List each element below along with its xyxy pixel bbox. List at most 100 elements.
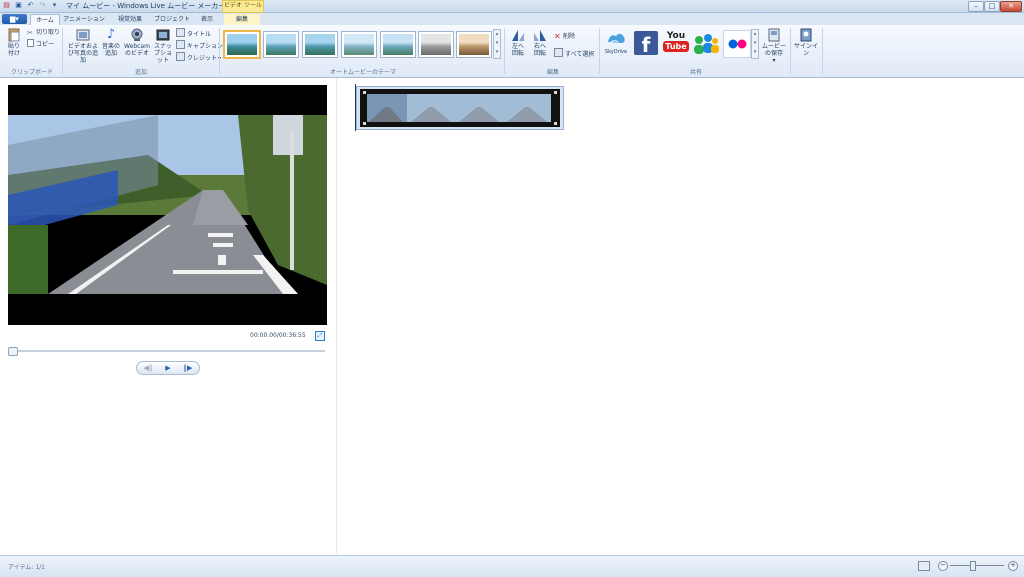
automovie-theme-3[interactable] — [302, 31, 338, 58]
file-menu-button[interactable]: ▆▾ — [2, 14, 27, 24]
group-label-editing: 編集 — [546, 69, 559, 76]
tab-view[interactable]: 表示 — [196, 14, 218, 25]
title-bar: ▤ ▣ ↶ ↷ ▾ マイ ムービー - Windows Live ムービー メー… — [0, 0, 1024, 13]
automovie-theme-5[interactable] — [380, 31, 416, 58]
group-label-add: 追加 — [134, 69, 147, 76]
rotate-right-button[interactable]: 右へ回転 — [530, 28, 550, 57]
messenger-people-icon — [694, 34, 719, 54]
sign-in-button[interactable]: サインイン — [793, 28, 819, 57]
rotate-right-icon — [532, 28, 548, 42]
maximize-button[interactable]: □ — [984, 1, 1000, 12]
zoom-slider-track[interactable] — [950, 565, 1004, 566]
flickr-icon — [728, 39, 747, 49]
redo-icon[interactable]: ↷ — [38, 1, 47, 10]
snapshot-button[interactable]: スナップショット — [152, 28, 174, 64]
storyboard-pane[interactable] — [337, 78, 1024, 554]
automovie-theme-1[interactable] — [223, 30, 261, 59]
webcam-video-button[interactable]: Webcam のビデオ — [123, 28, 151, 57]
zoom-slider-thumb[interactable] — [970, 561, 976, 571]
timecode: 00:00.00/00:36.55 — [250, 332, 306, 339]
rotate-left-button[interactable]: 左へ回転 — [508, 28, 528, 57]
tab-project[interactable]: プロジェクト — [152, 14, 192, 25]
skydrive-button[interactable]: SkyDrive — [603, 29, 629, 56]
undo-icon[interactable]: ↶ — [26, 1, 35, 10]
sign-in-icon — [798, 28, 814, 42]
automovie-theme-2[interactable] — [263, 31, 299, 58]
caption-button[interactable]: キャプション — [176, 40, 224, 50]
webcam-icon — [129, 28, 145, 42]
copy-icon — [27, 39, 34, 47]
customize-qat-icon[interactable]: ▾ — [50, 1, 59, 10]
storyboard-view-icon[interactable] — [918, 561, 930, 571]
video-clip-thumbnail[interactable] — [356, 86, 564, 130]
share-scroll-button[interactable]: ▴ ▾ ▾ — [751, 29, 759, 59]
add-videos-photos-label: ビデオおよび写真の追加 — [67, 43, 98, 64]
ribbon: 貼り付け ✂ 切り取り コピー クリップボード ビデオおよび写真の追加 ♪ 音楽の… — [0, 25, 1024, 78]
copy-button[interactable]: コピー — [27, 39, 54, 48]
video-preview[interactable] — [8, 85, 327, 325]
add-videos-photos-button[interactable]: ビデオおよび写真の追加 — [66, 28, 100, 64]
title-button[interactable]: タイトル — [176, 28, 211, 38]
save-icon[interactable]: ▣ — [14, 1, 23, 10]
video-frame-image — [8, 115, 327, 294]
group-separator — [504, 28, 505, 74]
select-all-label: すべて選択 — [565, 51, 595, 58]
minimize-button[interactable]: – — [968, 1, 984, 12]
group-label-share: 共有 — [689, 69, 702, 76]
automovie-theme-4[interactable] — [341, 31, 377, 58]
cut-label: 切り取り — [36, 29, 61, 36]
save-movie-icon — [766, 28, 782, 42]
youtube-you-text: You — [666, 31, 686, 41]
flickr-button[interactable] — [723, 30, 751, 58]
rotate-left-label: 左へ回転 — [512, 43, 525, 57]
automovie-theme-7[interactable] — [456, 31, 492, 58]
status-bar — [0, 555, 1024, 577]
next-frame-button[interactable]: ‖▶ — [179, 363, 197, 373]
music-note-icon: ♪ — [106, 27, 116, 42]
facebook-button[interactable]: f — [634, 31, 658, 55]
tab-animations[interactable]: アニメーション — [62, 14, 106, 25]
delete-button[interactable]: ✕ 削除 — [554, 32, 575, 41]
save-movie-button[interactable]: ムービーの保存 ▾ — [760, 28, 788, 64]
context-tab-video-tools: ビデオ ツール — [222, 0, 264, 13]
expand-icon: ⤢ — [317, 332, 323, 339]
playback-indicator[interactable] — [355, 84, 356, 131]
caption-label: キャプション — [187, 43, 224, 50]
playback-controls: ◀‖ ▶ ‖▶ — [136, 361, 200, 375]
automovie-theme-6[interactable] — [418, 31, 454, 58]
tab-visual-effects[interactable]: 視覚効果 — [110, 14, 150, 25]
app-icon[interactable]: ▤ — [2, 1, 11, 10]
group-separator — [822, 28, 823, 74]
rotate-left-icon — [510, 28, 526, 42]
seek-slider-thumb[interactable] — [8, 347, 18, 356]
add-music-label: 音楽の追加 — [101, 43, 120, 57]
themes-scroll-button[interactable]: ▴ ▾ ▾ — [493, 29, 501, 59]
tab-edit[interactable]: 編集 — [224, 14, 260, 25]
zoom-in-button[interactable]: + — [1008, 561, 1018, 571]
item-count: アイテム: 1/1 — [8, 564, 45, 571]
previous-frame-button[interactable]: ◀‖ — [139, 363, 157, 373]
credits-label: クレジット — [187, 55, 218, 62]
cut-button[interactable]: ✂ 切り取り — [27, 28, 60, 37]
ribbon-tabs: ▆▾ ホーム アニメーション 視覚効果 プロジェクト 表示 編集 — [0, 13, 1024, 26]
delete-x-icon: ✕ — [554, 32, 561, 41]
play-button[interactable]: ▶ — [159, 363, 177, 373]
webcam-video-label: Webcam のビデオ — [124, 43, 150, 57]
zoom-out-button[interactable]: − — [938, 561, 948, 571]
paste-button[interactable]: 貼り付け — [4, 28, 24, 57]
delete-label: 削除 — [563, 33, 576, 40]
add-music-button[interactable]: ♪ 音楽の追加 — [101, 27, 121, 58]
messenger-button[interactable] — [692, 32, 720, 56]
clip-filmstrip-image — [360, 89, 560, 127]
select-all-button[interactable]: すべて選択 — [554, 48, 595, 58]
youtube-button[interactable]: You Tube — [663, 31, 689, 57]
skydrive-icon — [606, 29, 626, 47]
rotate-right-label: 右へ回転 — [534, 43, 547, 57]
seek-track[interactable] — [8, 350, 325, 352]
group-separator — [219, 28, 220, 74]
snapshot-icon — [155, 28, 171, 42]
close-button[interactable]: ✕ — [1000, 1, 1022, 12]
fullscreen-button[interactable]: ⤢ — [315, 331, 325, 341]
credits-button[interactable]: クレジット▾ — [176, 52, 221, 62]
scissors-icon: ✂ — [27, 29, 33, 37]
